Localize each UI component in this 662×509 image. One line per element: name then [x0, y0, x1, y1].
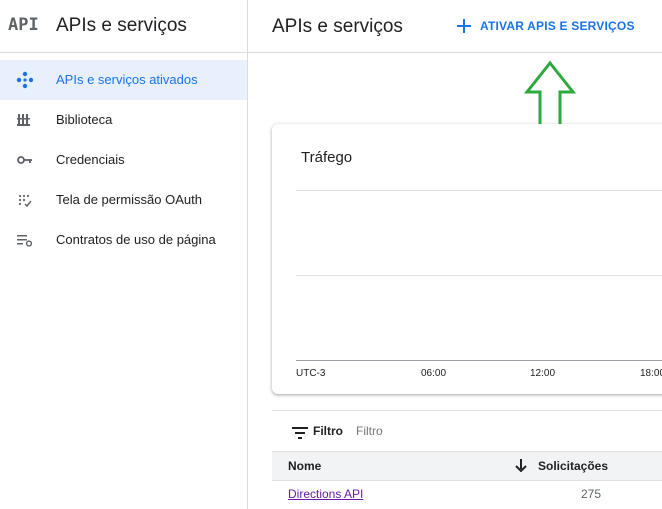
- filter-icon[interactable]: [292, 427, 308, 439]
- sidebar-title: APIs e serviços: [56, 15, 187, 36]
- filter-bar: Filtro: [272, 410, 662, 451]
- arrow-down-icon[interactable]: [514, 458, 528, 472]
- x-tick-label: 06:00: [421, 368, 447, 379]
- diamond-dots-icon: [16, 71, 34, 89]
- table-header: Nome Solicitações: [272, 451, 662, 481]
- sidebar-item-label: Biblioteca: [56, 112, 113, 127]
- sidebar-header: API APIs e serviços: [0, 0, 247, 53]
- api-name-link[interactable]: Directions API: [288, 487, 363, 501]
- sidebar: API APIs e serviços APIs e serviços ativ…: [0, 0, 248, 509]
- sidebar-item-label: APIs e serviços ativados: [56, 72, 198, 87]
- x-tick-label: 18:00: [640, 368, 662, 379]
- sidebar-item-label: Credenciais: [56, 152, 125, 167]
- sidebar-item-page-usage[interactable]: Contratos de uso de página: [0, 220, 247, 260]
- sidebar-item-library[interactable]: Biblioteca: [0, 100, 247, 140]
- x-tick-label: 12:00: [530, 368, 556, 379]
- enable-apis-button[interactable]: ATIVAR APIS E SERVIÇOS: [456, 14, 635, 38]
- api-logo: API: [8, 15, 39, 35]
- page-title: APIs e serviços: [272, 16, 403, 37]
- column-header-name[interactable]: Nome: [288, 459, 321, 473]
- requests-count: 275: [581, 487, 602, 501]
- filter-label: Filtro: [313, 424, 343, 438]
- sidebar-item-enabled-apis[interactable]: APIs e serviços ativados: [0, 60, 247, 100]
- sidebar-item-credentials[interactable]: Credenciais: [0, 140, 247, 180]
- grid-line: [296, 190, 662, 191]
- library-icon: [17, 114, 30, 126]
- x-tick-label: UTC-3: [296, 368, 326, 379]
- enable-apis-label: ATIVAR APIS E SERVIÇOS: [480, 19, 635, 33]
- sidebar-item-oauth-consent[interactable]: Tela de permissão OAuth: [0, 180, 247, 220]
- table-row: Directions API 275: [272, 480, 662, 509]
- plus-icon: [457, 19, 471, 33]
- annotation-arrow-icon: [524, 60, 576, 130]
- traffic-title: Tráfego: [301, 149, 353, 166]
- main-header: APIs e serviços ATIVAR APIS E SERVIÇOS: [248, 0, 662, 53]
- key-icon: [17, 156, 32, 164]
- x-axis: [296, 360, 662, 361]
- traffic-card: Tráfego UTC-3 06:00 12:00 18:00: [272, 124, 662, 394]
- consent-dots-icon: [18, 194, 32, 208]
- filter-input[interactable]: [356, 424, 556, 438]
- grid-line: [296, 275, 662, 276]
- sidebar-item-label: Contratos de uso de página: [56, 232, 216, 247]
- settings-list-icon: [17, 235, 33, 247]
- sidebar-item-label: Tela de permissão OAuth: [56, 192, 202, 207]
- column-header-requests[interactable]: Solicitações: [538, 459, 608, 473]
